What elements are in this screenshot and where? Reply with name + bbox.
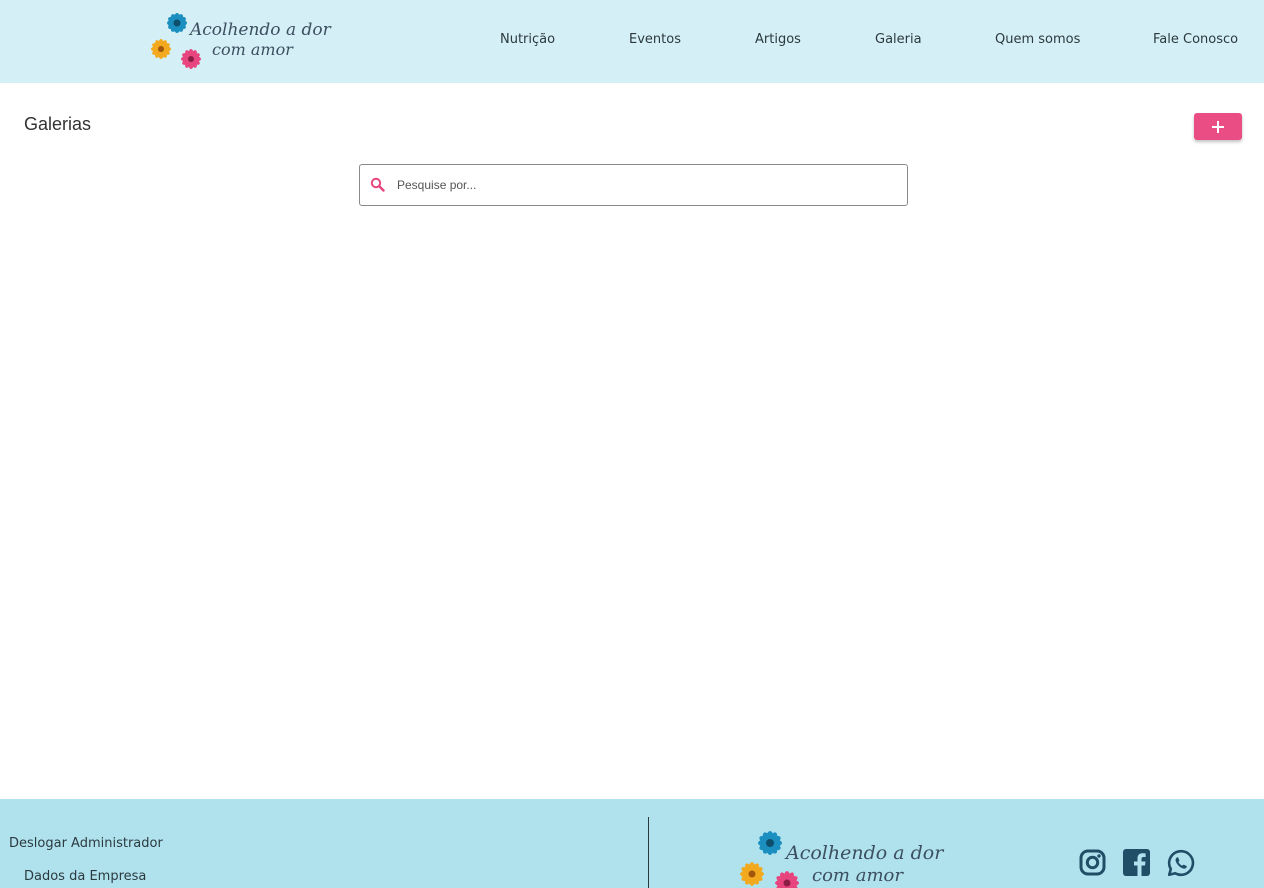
logo-text-line1: Acolhendo a dor (190, 20, 331, 40)
nav-item-fale-conosco[interactable]: Fale Conosco (1153, 32, 1238, 47)
site-logo[interactable]: Acolhendo a dor com amor (148, 8, 331, 74)
site-footer: Deslogar Administrador Dados da Empresa (0, 799, 1264, 888)
facebook-icon (1123, 849, 1150, 876)
page-title: Galerias (24, 114, 92, 134)
facebook-link[interactable] (1123, 849, 1150, 880)
search-icon (370, 177, 386, 197)
footer-logo: Acolhendo a dor com amor (736, 827, 943, 888)
footer-divider (648, 817, 649, 888)
whatsapp-link[interactable] (1167, 849, 1195, 881)
instagram-link[interactable] (1079, 849, 1106, 880)
company-data-link[interactable]: Dados da Empresa (24, 869, 146, 884)
flowers-logo-icon (151, 13, 201, 69)
add-gallery-button[interactable] (1194, 113, 1242, 140)
instagram-icon (1079, 849, 1106, 876)
footer-logo-text-line1: Acolhendo a dor (786, 842, 944, 864)
nav-item-artigos[interactable]: Artigos (755, 32, 801, 47)
logout-admin-link[interactable]: Deslogar Administrador (9, 836, 163, 851)
nav-item-eventos[interactable]: Eventos (629, 32, 681, 47)
nav-item-quem-somos[interactable]: Quem somos (995, 32, 1080, 47)
site-header: Acolhendo a dor com amor Nutrição Evento… (0, 0, 1264, 83)
logo-text-line2: com amor (212, 40, 293, 59)
nav-item-galeria[interactable]: Galeria (875, 32, 922, 47)
footer-logo-text-line2: com amor (812, 865, 903, 886)
search-box (359, 164, 908, 206)
nav-item-nutricao[interactable]: Nutrição (500, 32, 555, 47)
whatsapp-icon (1167, 849, 1195, 877)
search-input[interactable] (397, 175, 887, 195)
plus-icon (1212, 120, 1224, 133)
